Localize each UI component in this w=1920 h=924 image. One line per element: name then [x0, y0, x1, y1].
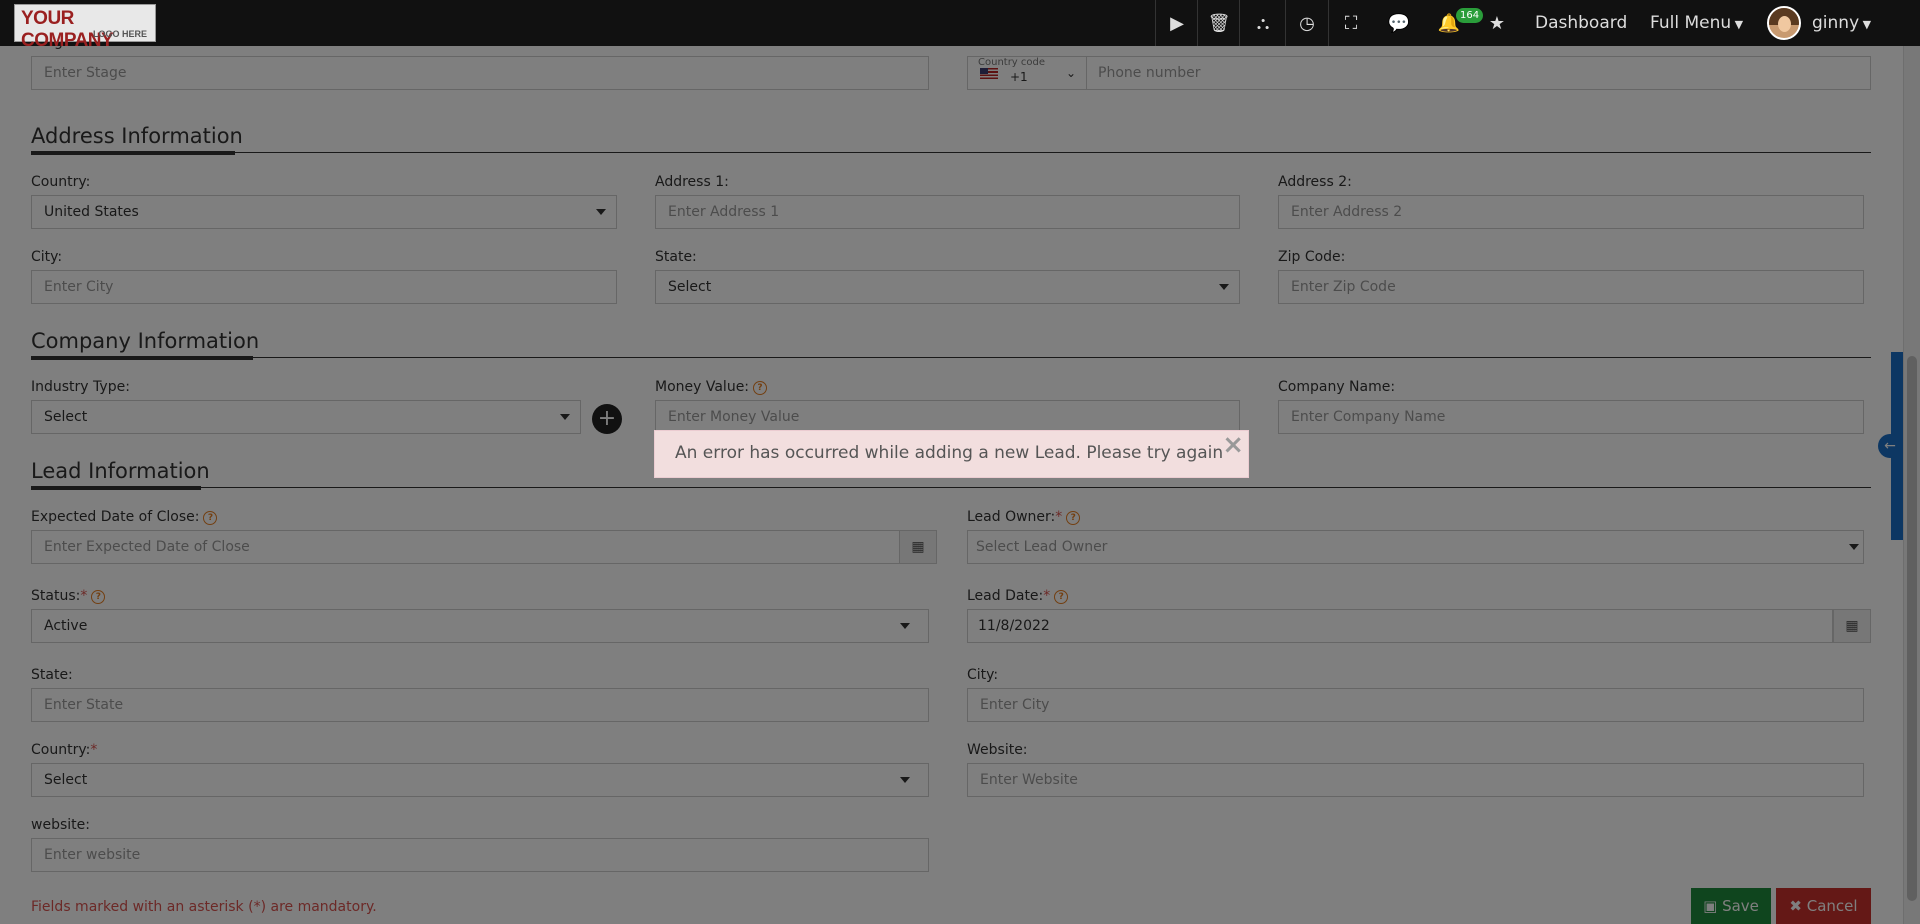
company-logo[interactable]: YOUR COMPANY LOGO HERE [14, 4, 156, 51]
star-icon[interactable]: ★ [1482, 0, 1512, 46]
full-menu-dropdown[interactable]: Full Menu ▼ [1650, 0, 1743, 46]
chat-icon[interactable]: 💬 [1378, 0, 1420, 46]
notification-badge: 164 [1456, 8, 1484, 23]
play-icon[interactable]: ▶ [1155, 0, 1198, 46]
error-message: An error has occurred while adding a new… [675, 443, 1224, 463]
dashboard-link[interactable]: Dashboard [1535, 0, 1627, 46]
user-name: ginny [1812, 13, 1860, 33]
caret-down-icon: ▼ [1731, 18, 1744, 31]
logo-subtext: LOGO HERE [92, 29, 147, 39]
user-menu-dropdown[interactable]: ginny ▼ [1812, 0, 1871, 46]
trash-icon[interactable]: 🗑 [1197, 0, 1240, 46]
fullscreen-icon[interactable]: ⛶ [1330, 0, 1372, 46]
close-icon[interactable]: × [1222, 431, 1244, 459]
avatar[interactable] [1767, 6, 1801, 40]
bell-icon[interactable]: 🔔 [1428, 0, 1470, 46]
top-navbar: YOUR COMPANY LOGO HERE ▶ 🗑 ⛬ ◷ ⛶ 💬 🔔 164… [0, 0, 1920, 51]
history-icon[interactable]: ◷ [1285, 0, 1329, 46]
error-alert: An error has occurred while adding a new… [654, 430, 1249, 478]
caret-down-icon: ▼ [1859, 18, 1872, 31]
sitemap-icon[interactable]: ⛬ [1239, 0, 1286, 46]
full-menu-label: Full Menu [1650, 13, 1732, 33]
